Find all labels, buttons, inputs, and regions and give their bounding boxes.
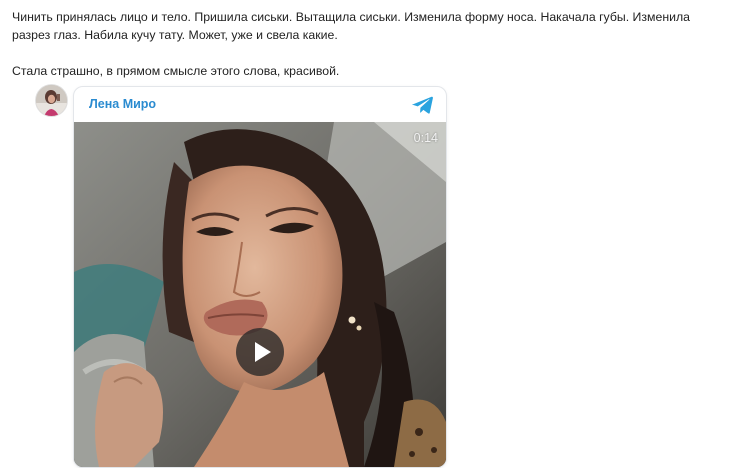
play-icon <box>255 342 271 362</box>
avatar-image <box>36 85 67 116</box>
channel-avatar[interactable] <box>36 85 67 116</box>
article-paragraph: Чинить принялась лицо и тело. Пришила си… <box>12 10 690 42</box>
video-player[interactable]: 0:14 <box>74 122 446 467</box>
embed-header: Лена Миро <box>74 87 446 122</box>
telegram-embed-card: Лена Миро 0:14 <box>73 86 447 468</box>
video-thumbnail <box>74 122 446 467</box>
channel-name-link[interactable]: Лена Миро <box>89 97 156 111</box>
play-button[interactable] <box>236 328 284 376</box>
article-text: Чинить принялась лицо и тело. Пришила си… <box>12 8 724 80</box>
telegram-icon[interactable] <box>412 95 434 115</box>
article-paragraph: Стала страшно, в прямом смысле этого сло… <box>12 64 340 78</box>
video-duration: 0:14 <box>413 131 438 145</box>
